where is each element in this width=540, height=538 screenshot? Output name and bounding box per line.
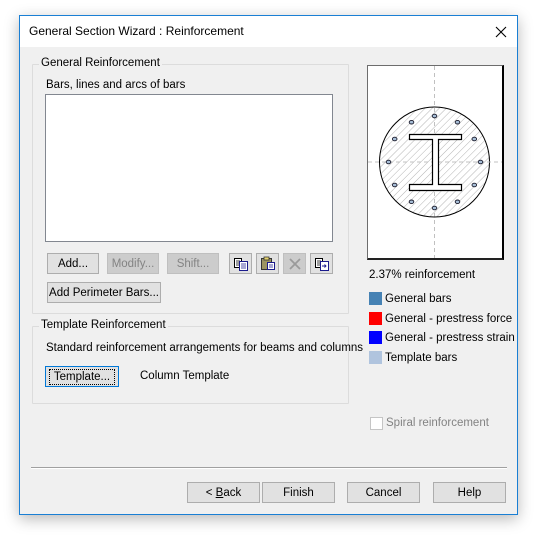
add-button[interactable]: Add...: [47, 253, 99, 274]
copy-button[interactable]: [229, 253, 252, 274]
legend-label: General bars: [385, 292, 452, 305]
legend-general-bars: General bars: [369, 292, 451, 305]
reinforcement-ratio: 2.37% reinforcement: [369, 269, 476, 281]
template-button-label: Template...: [48, 368, 116, 385]
legend-swatch: [369, 292, 382, 305]
back-mnemonic: B: [215, 486, 224, 499]
legend-label: General - prestress strain: [385, 331, 515, 344]
delete-button[interactable]: [283, 253, 306, 274]
back-prefix: <: [205, 486, 216, 499]
dialog-window: General Section Wizard : Reinforcement G…: [19, 15, 518, 515]
close-icon: [495, 26, 507, 37]
copy-icon: [233, 257, 248, 271]
legend-swatch: [369, 331, 382, 344]
rebar: [471, 136, 478, 142]
general-reinforcement-label: General Reinforcement: [39, 57, 162, 69]
help-button[interactable]: Help: [433, 482, 506, 503]
rebar: [391, 182, 398, 188]
paste-button[interactable]: [256, 253, 279, 274]
title-bar[interactable]: General Section Wizard : Reinforcement: [20, 16, 517, 47]
rebar: [471, 182, 478, 188]
paste-icon: [260, 256, 275, 270]
legend-prestress-strain: General - prestress strain: [369, 331, 515, 344]
template-reinforcement-group: Template Reinforcement: [32, 319, 349, 404]
cancel-button[interactable]: Cancel: [347, 482, 420, 503]
finish-button[interactable]: Finish: [262, 482, 335, 503]
legend-template-bars: Template bars: [369, 351, 457, 364]
rebar: [477, 159, 484, 165]
close-button[interactable]: [485, 16, 517, 47]
legend-prestress-force: General - prestress force: [369, 312, 512, 325]
back-rest: ack: [223, 486, 242, 499]
legend-swatch: [369, 312, 382, 325]
rebar: [391, 136, 398, 142]
spiral-reinforcement-label: Spiral reinforcement: [386, 417, 489, 429]
rebar: [385, 159, 392, 165]
bars-list-label: Bars, lines and arcs of bars: [46, 79, 186, 91]
duplicate-icon: [314, 257, 329, 271]
add-perimeter-bars-button[interactable]: Add Perimeter Bars...: [47, 282, 161, 303]
spiral-reinforcement-checkbox[interactable]: [370, 417, 383, 430]
window-title: General Section Wizard : Reinforcement: [29, 24, 244, 38]
rebar: [454, 119, 461, 125]
bars-list[interactable]: [45, 94, 333, 242]
template-description: Standard reinforcement arrangements for …: [46, 342, 364, 354]
legend-swatch: [369, 351, 382, 364]
shift-button[interactable]: Shift...: [167, 253, 219, 274]
delete-icon: [288, 257, 301, 270]
duplicate-button[interactable]: [310, 253, 333, 274]
legend-label: General - prestress force: [385, 312, 513, 325]
section-drawing: [368, 66, 502, 258]
template-reinforcement-label: Template Reinforcement: [39, 319, 168, 331]
template-button[interactable]: Template...: [45, 366, 119, 387]
rebar: [431, 113, 438, 119]
rebar: [431, 205, 438, 211]
rebar: [408, 199, 415, 205]
legend-label: Template bars: [385, 351, 458, 364]
section-preview: [367, 65, 504, 260]
back-button[interactable]: < Back: [187, 482, 260, 503]
modify-button[interactable]: Modify...: [107, 253, 159, 274]
rebar: [408, 119, 415, 125]
current-template-name: Column Template: [140, 370, 230, 382]
rebar: [454, 199, 461, 205]
footer-separator: [31, 467, 507, 469]
